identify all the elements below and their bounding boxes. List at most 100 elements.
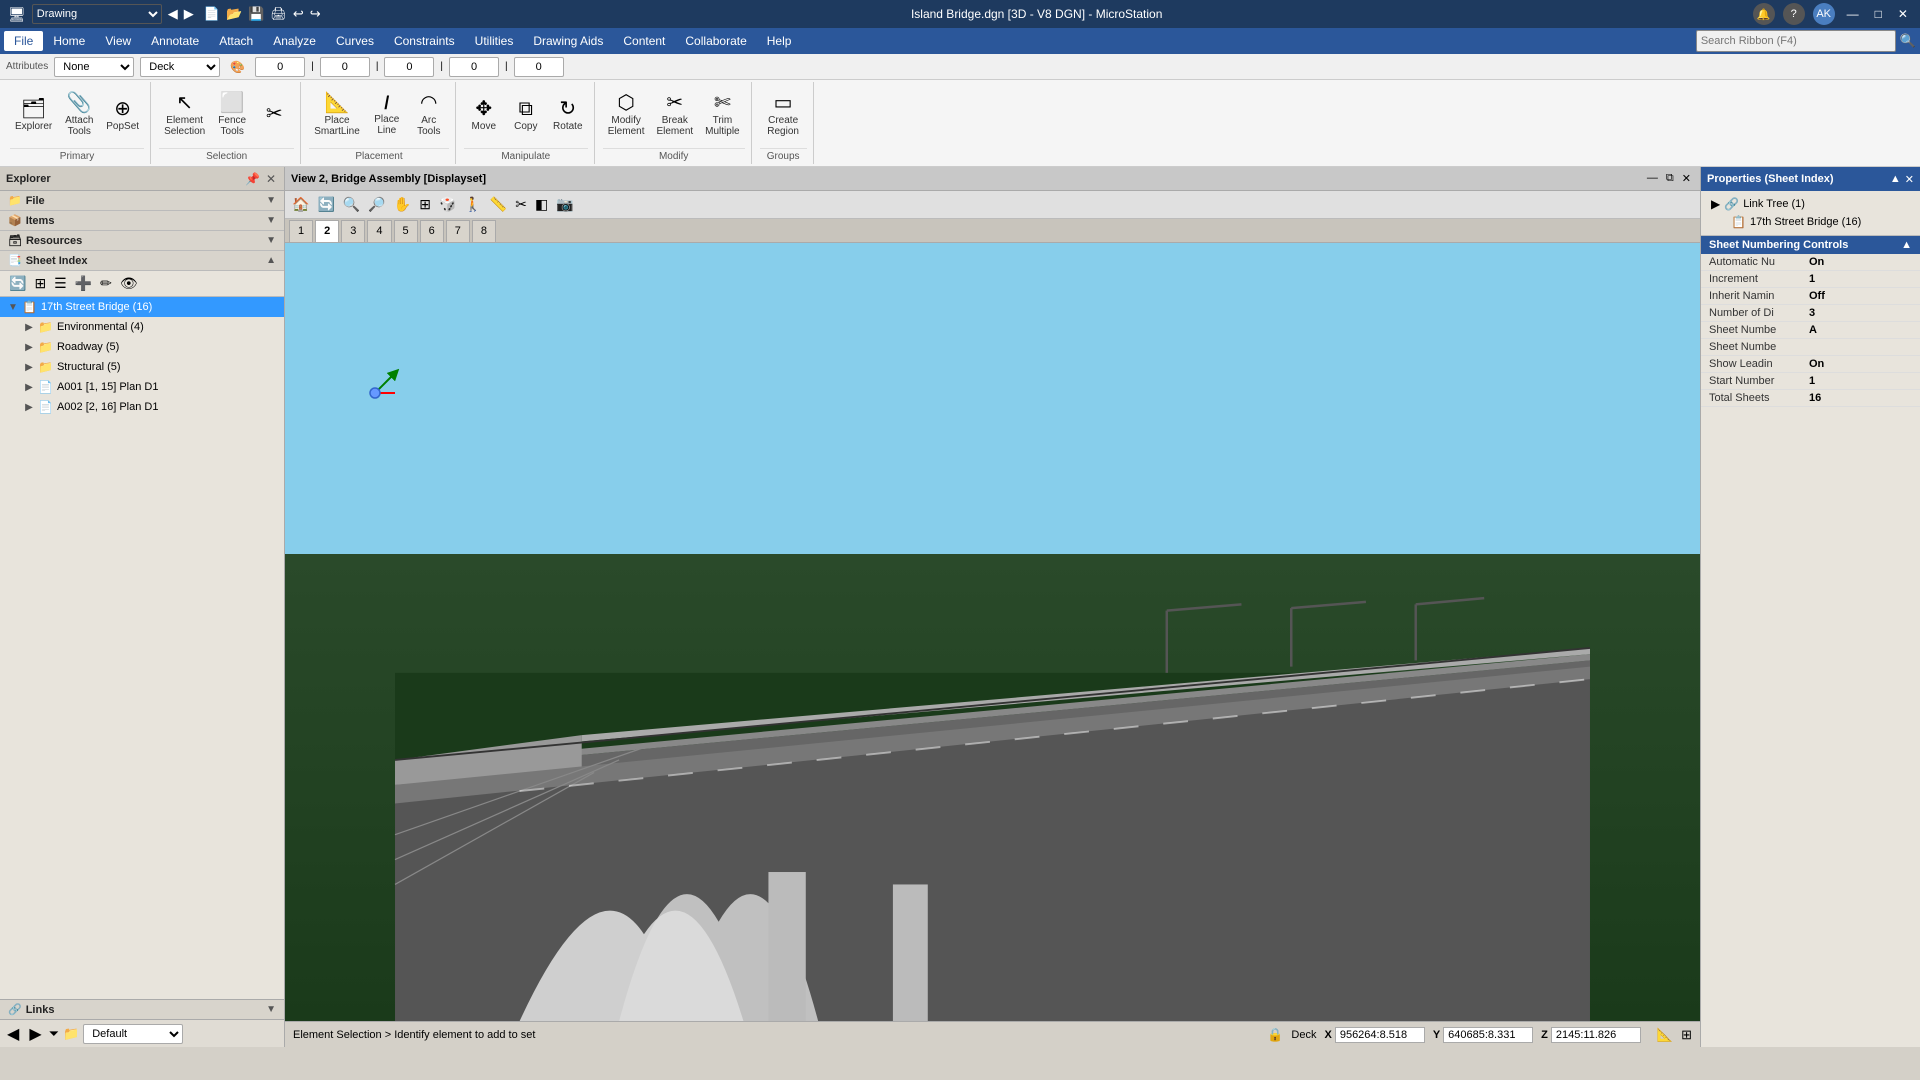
place-smartline-button[interactable]: 📐 PlaceSmartLine bbox=[309, 85, 365, 145]
popset-button[interactable]: ⊕ PopSet bbox=[101, 85, 144, 145]
explorer-pin-button[interactable]: 📌 bbox=[243, 172, 262, 186]
level-dropdown-none[interactable]: None bbox=[54, 57, 134, 77]
attr-input-5[interactable] bbox=[514, 57, 564, 77]
user-avatar[interactable]: AK bbox=[1813, 3, 1835, 25]
sheet-tool-add[interactable]: ➕ bbox=[72, 274, 95, 293]
props-close-icon[interactable]: ✕ bbox=[1905, 173, 1914, 186]
view-tool-zoom-out[interactable]: 🔎 bbox=[365, 194, 388, 215]
view-tab-6[interactable]: 6 bbox=[420, 220, 444, 242]
fence-tools-button[interactable]: ⬜ FenceTools bbox=[212, 85, 252, 145]
element-selection-button[interactable]: ↖ ElementSelection bbox=[159, 85, 210, 145]
sheet-tool-edit[interactable]: ✏ bbox=[97, 274, 115, 293]
menu-collaborate[interactable]: Collaborate bbox=[675, 31, 756, 51]
nav-back-icon[interactable]: ◀ bbox=[168, 6, 178, 22]
section-file[interactable]: 📁 File ▼ bbox=[0, 191, 284, 211]
place-line-button[interactable]: / PlaceLine bbox=[367, 85, 407, 145]
attr-input-1[interactable] bbox=[255, 57, 305, 77]
sheet-tool-refresh[interactable]: 🔄 bbox=[6, 274, 29, 293]
search-ribbon-input[interactable] bbox=[1696, 30, 1896, 52]
trim-multiple-button[interactable]: ✄ TrimMultiple bbox=[700, 85, 744, 145]
view-tool-home[interactable]: 🏠 bbox=[289, 194, 312, 215]
help-icon[interactable]: ? bbox=[1783, 3, 1805, 25]
modify-element-button[interactable]: ⬡ ModifyElement bbox=[603, 85, 650, 145]
rotate-button[interactable]: ↻ Rotate bbox=[548, 85, 588, 145]
open-icon[interactable]: 📂 bbox=[226, 6, 242, 22]
view-tab-5[interactable]: 5 bbox=[394, 220, 418, 242]
tree-item-a002[interactable]: ▶ 📄 A002 [2, 16] Plan D1 bbox=[16, 397, 284, 417]
view-tab-3[interactable]: 3 bbox=[341, 220, 365, 242]
link-tree-child[interactable]: 📋 17th Street Bridge (16) bbox=[1707, 213, 1914, 231]
snap-icon[interactable]: 📐 bbox=[1657, 1027, 1673, 1043]
explorer-button[interactable]: 🗂 Explorer bbox=[10, 85, 57, 145]
nav-back-button[interactable]: ◀ bbox=[4, 1024, 22, 1044]
nav-history-icon[interactable]: ⏷ bbox=[49, 1026, 59, 1042]
copy-button[interactable]: ⧉ Copy bbox=[506, 85, 546, 145]
undo-icon[interactable]: ↩ bbox=[293, 6, 304, 22]
grid-icon[interactable]: ⊞ bbox=[1681, 1027, 1692, 1043]
view-tool-measure[interactable]: 📏 bbox=[487, 194, 510, 215]
view-tool-fit[interactable]: ⊞ bbox=[416, 194, 434, 215]
link-tree-root[interactable]: ▶ 🔗 Link Tree (1) bbox=[1707, 195, 1914, 213]
tree-item-environmental[interactable]: ▶ 📁 Environmental (4) bbox=[16, 317, 284, 337]
menu-file[interactable]: File bbox=[4, 31, 43, 51]
maximize-button[interactable]: □ bbox=[1871, 7, 1886, 21]
break-element-button[interactable]: ✂ BreakElement bbox=[651, 85, 698, 145]
arc-tools-button[interactable]: ◠ ArcTools bbox=[409, 85, 449, 145]
nav-forward-button[interactable]: ▶ bbox=[26, 1024, 44, 1044]
nav-folder-icon[interactable]: 📁 bbox=[63, 1026, 79, 1042]
menu-help[interactable]: Help bbox=[757, 31, 802, 51]
attr-input-2[interactable] bbox=[320, 57, 370, 77]
window-type-dropdown[interactable]: Drawing bbox=[32, 4, 162, 24]
menu-drawing-aids[interactable]: Drawing Aids bbox=[523, 31, 613, 51]
view-tab-4[interactable]: 4 bbox=[367, 220, 391, 242]
view-tool-section[interactable]: ◧ bbox=[532, 194, 551, 215]
redo-icon[interactable]: ↪ bbox=[310, 6, 321, 22]
links-section[interactable]: 🔗 Links ▼ bbox=[0, 999, 284, 1019]
view-tool-walk[interactable]: 🚶 bbox=[461, 194, 484, 215]
tree-item-a001[interactable]: ▶ 📄 A001 [1, 15] Plan D1 bbox=[16, 377, 284, 397]
notifications-icon[interactable]: 🔔 bbox=[1753, 3, 1775, 25]
view-tab-2[interactable]: 2 bbox=[315, 220, 339, 242]
section-resources[interactable]: 🗃 Resources ▼ bbox=[0, 231, 284, 251]
view-tab-8[interactable]: 8 bbox=[472, 220, 496, 242]
view-close-icon[interactable]: ✕ bbox=[1679, 172, 1694, 185]
menu-curves[interactable]: Curves bbox=[326, 31, 384, 51]
menu-analyze[interactable]: Analyze bbox=[263, 31, 326, 51]
menu-home[interactable]: Home bbox=[43, 31, 95, 51]
sheet-tool-view[interactable]: 👁 bbox=[117, 274, 141, 293]
tree-item-roadway[interactable]: ▶ 📁 Roadway (5) bbox=[16, 337, 284, 357]
section-items[interactable]: 📦 Items ▼ bbox=[0, 211, 284, 231]
view-restore-icon[interactable]: ⧉ bbox=[1663, 172, 1677, 185]
tree-item-structural[interactable]: ▶ 📁 Structural (5) bbox=[16, 357, 284, 377]
nav-level-dropdown[interactable]: Default bbox=[83, 1024, 183, 1044]
new-icon[interactable]: 📄 bbox=[204, 6, 220, 22]
view-tab-7[interactable]: 7 bbox=[446, 220, 470, 242]
nav-fwd-icon[interactable]: ▶ bbox=[184, 6, 194, 22]
attr-input-4[interactable] bbox=[449, 57, 499, 77]
view-tab-1[interactable]: 1 bbox=[289, 220, 313, 242]
move-button[interactable]: ✥ Move bbox=[464, 85, 504, 145]
save-icon[interactable]: 💾 bbox=[248, 6, 264, 22]
sheet-tool-grid[interactable]: ⊞ bbox=[31, 274, 49, 293]
tree-item-root[interactable]: ▼ 📋 17th Street Bridge (16) bbox=[0, 297, 284, 317]
menu-constraints[interactable]: Constraints bbox=[384, 31, 465, 51]
minimize-button[interactable]: — bbox=[1843, 7, 1863, 21]
view-tool-rotate[interactable]: 🔄 bbox=[314, 194, 337, 215]
create-region-button[interactable]: ▭ CreateRegion bbox=[762, 85, 804, 145]
sheet-tool-list[interactable]: ☰ bbox=[51, 274, 70, 293]
menu-attach[interactable]: Attach bbox=[209, 31, 263, 51]
menu-view[interactable]: View bbox=[95, 31, 141, 51]
attr-input-3[interactable] bbox=[384, 57, 434, 77]
view-tool-3d[interactable]: 🎲 bbox=[436, 194, 459, 215]
menu-utilities[interactable]: Utilities bbox=[465, 31, 524, 51]
viewport[interactable] bbox=[285, 243, 1700, 1021]
attach-tools-button[interactable]: 📎 AttachTools bbox=[59, 85, 99, 145]
close-button[interactable]: ✕ bbox=[1894, 7, 1912, 21]
view-minimize-icon[interactable]: — bbox=[1644, 172, 1661, 185]
cut-button[interactable]: ✂ bbox=[254, 85, 294, 145]
search-icon[interactable]: 🔍 bbox=[1900, 33, 1916, 49]
level-dropdown-deck[interactable]: Deck bbox=[140, 57, 220, 77]
props-expand-icon[interactable]: ▲ bbox=[1890, 173, 1901, 186]
view-tool-clip[interactable]: ✂ bbox=[512, 194, 530, 215]
print-icon[interactable]: 🖨 bbox=[270, 6, 287, 22]
